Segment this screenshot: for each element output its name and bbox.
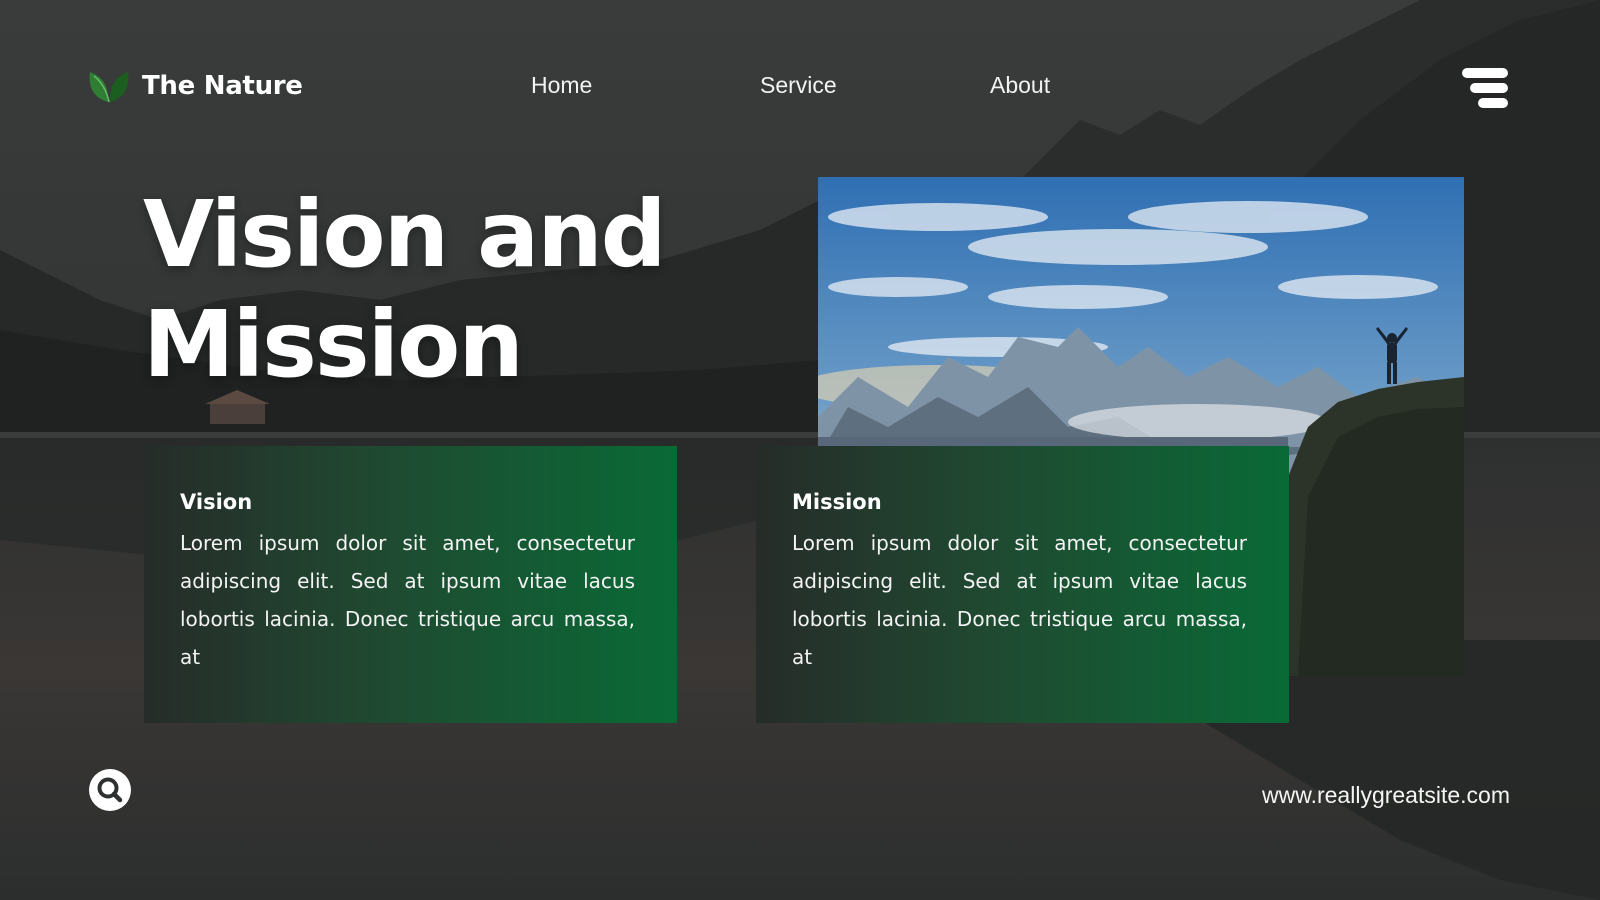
mission-card-body: Lorem ipsum dolor sit amet, consectetur … — [792, 531, 1247, 669]
page-title-line-1: Vision and — [143, 181, 667, 288]
menu-icon[interactable] — [1462, 68, 1512, 108]
nav-home[interactable]: Home — [531, 72, 592, 99]
website-url-link[interactable]: www.reallygreatsite.com — [1262, 782, 1510, 809]
page-title: Vision and Mission — [143, 180, 667, 400]
vision-card-title: Vision — [180, 490, 253, 514]
nav-about[interactable]: About — [990, 72, 1050, 99]
mission-card-title: Mission — [792, 490, 882, 514]
page-title-line-2: Mission — [143, 291, 524, 398]
vision-card: Vision Lorem ipsum dolor sit amet, conse… — [144, 446, 677, 723]
brand-logo[interactable]: The Nature — [88, 68, 303, 104]
search-icon — [97, 777, 123, 803]
brand-name: The Nature — [142, 71, 303, 101]
mission-card: Mission Lorem ipsum dolor sit amet, cons… — [756, 446, 1289, 723]
search-button[interactable] — [89, 769, 131, 811]
vision-card-body: Lorem ipsum dolor sit amet, consectetur … — [180, 531, 635, 669]
nav-service[interactable]: Service — [760, 72, 837, 99]
leaf-icon — [89, 72, 129, 103]
